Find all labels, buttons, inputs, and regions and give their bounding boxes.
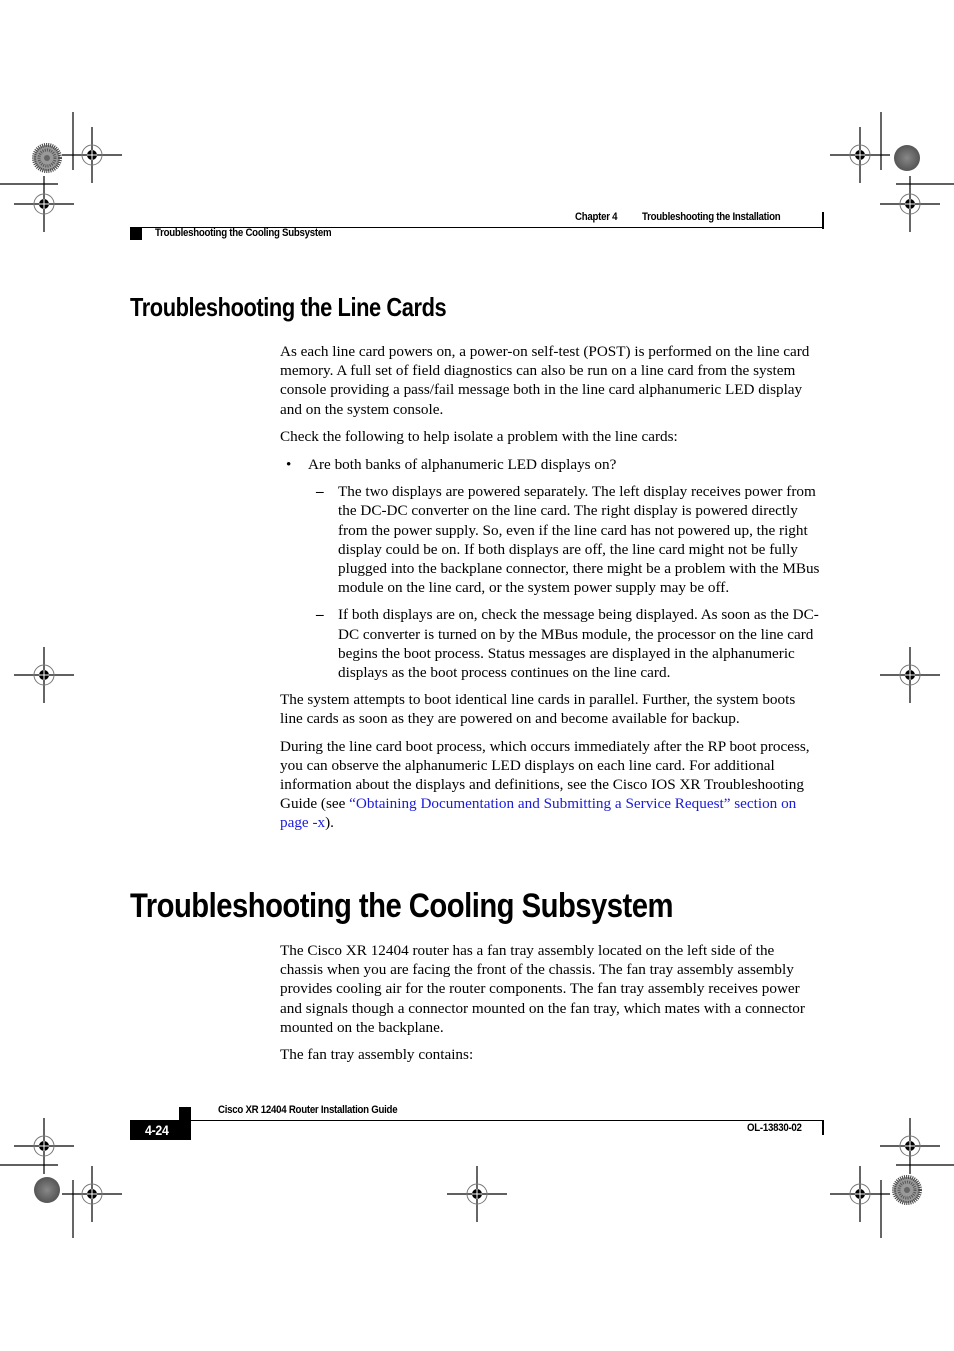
color-swatch-icon [34, 1177, 60, 1203]
footer-right-tick [822, 1121, 824, 1135]
page-number: 4-24 [145, 1122, 169, 1138]
header-block-marker [130, 228, 142, 240]
crosshair-target-icon [13, 646, 75, 704]
crosshair-target-icon [879, 646, 941, 704]
crosshair-target-icon [61, 126, 123, 184]
section-line-cards-body: As each line card powers on, a power-on … [280, 342, 820, 833]
sub-item-text: If both displays are on, check the messa… [338, 606, 819, 682]
boot-process-text-end: ). [325, 814, 334, 832]
dash-marker: – [316, 606, 324, 624]
crosshair-target-icon [61, 1165, 123, 1223]
starburst-calibration-icon [32, 143, 62, 173]
paragraph-post: As each line card powers on, a power-on … [280, 343, 810, 418]
footer-rule [130, 1120, 824, 1121]
sub-item-text: The two displays are powered separately.… [338, 483, 820, 597]
section-cooling-body: The Cisco XR 12404 router has a fan tray… [280, 941, 820, 1064]
section-heading-line-cards: Troubleshooting the Line Cards [130, 292, 447, 322]
footer-block-marker [179, 1107, 191, 1121]
section-heading-cooling-subsystem: Troubleshooting the Cooling Subsystem [130, 887, 673, 925]
crosshair-target-icon [446, 1165, 508, 1223]
paragraph-fan-tray: The Cisco XR 12404 router has a fan tray… [280, 942, 805, 1036]
obtaining-documentation-link[interactable]: “Obtaining Documentation and Submitting … [280, 795, 796, 831]
starburst-calibration-icon [892, 1175, 922, 1205]
dash-marker: – [316, 483, 324, 501]
bullet-text: Are both banks of alphanumeric LED displ… [308, 456, 617, 474]
bullet-item: • Are both banks of alphanumeric LED dis… [280, 455, 820, 474]
paragraph-parallel-boot: The system attempts to boot identical li… [280, 691, 796, 728]
color-swatch-icon [894, 145, 920, 171]
paragraph-check-intro: Check the following to help isolate a pr… [280, 427, 678, 445]
header-section-title: Troubleshooting the Cooling Subsystem [155, 227, 332, 239]
sub-item: – The two displays are powered separatel… [280, 482, 820, 597]
header-chapter-title: Troubleshooting the Installation [642, 211, 781, 223]
sub-item: – If both displays are on, check the mes… [280, 605, 820, 682]
paragraph-boot-process: During the line card boot process, which… [280, 737, 820, 833]
paragraph-fan-tray-contains: The fan tray assembly contains: [280, 1046, 474, 1064]
footer-guide-title: Cisco XR 12404 Router Installation Guide [218, 1104, 398, 1116]
header-chapter-label: Chapter 4 [575, 211, 618, 223]
footer-doc-number: OL-13830-02 [747, 1122, 802, 1134]
bullet-marker: • [286, 456, 292, 474]
